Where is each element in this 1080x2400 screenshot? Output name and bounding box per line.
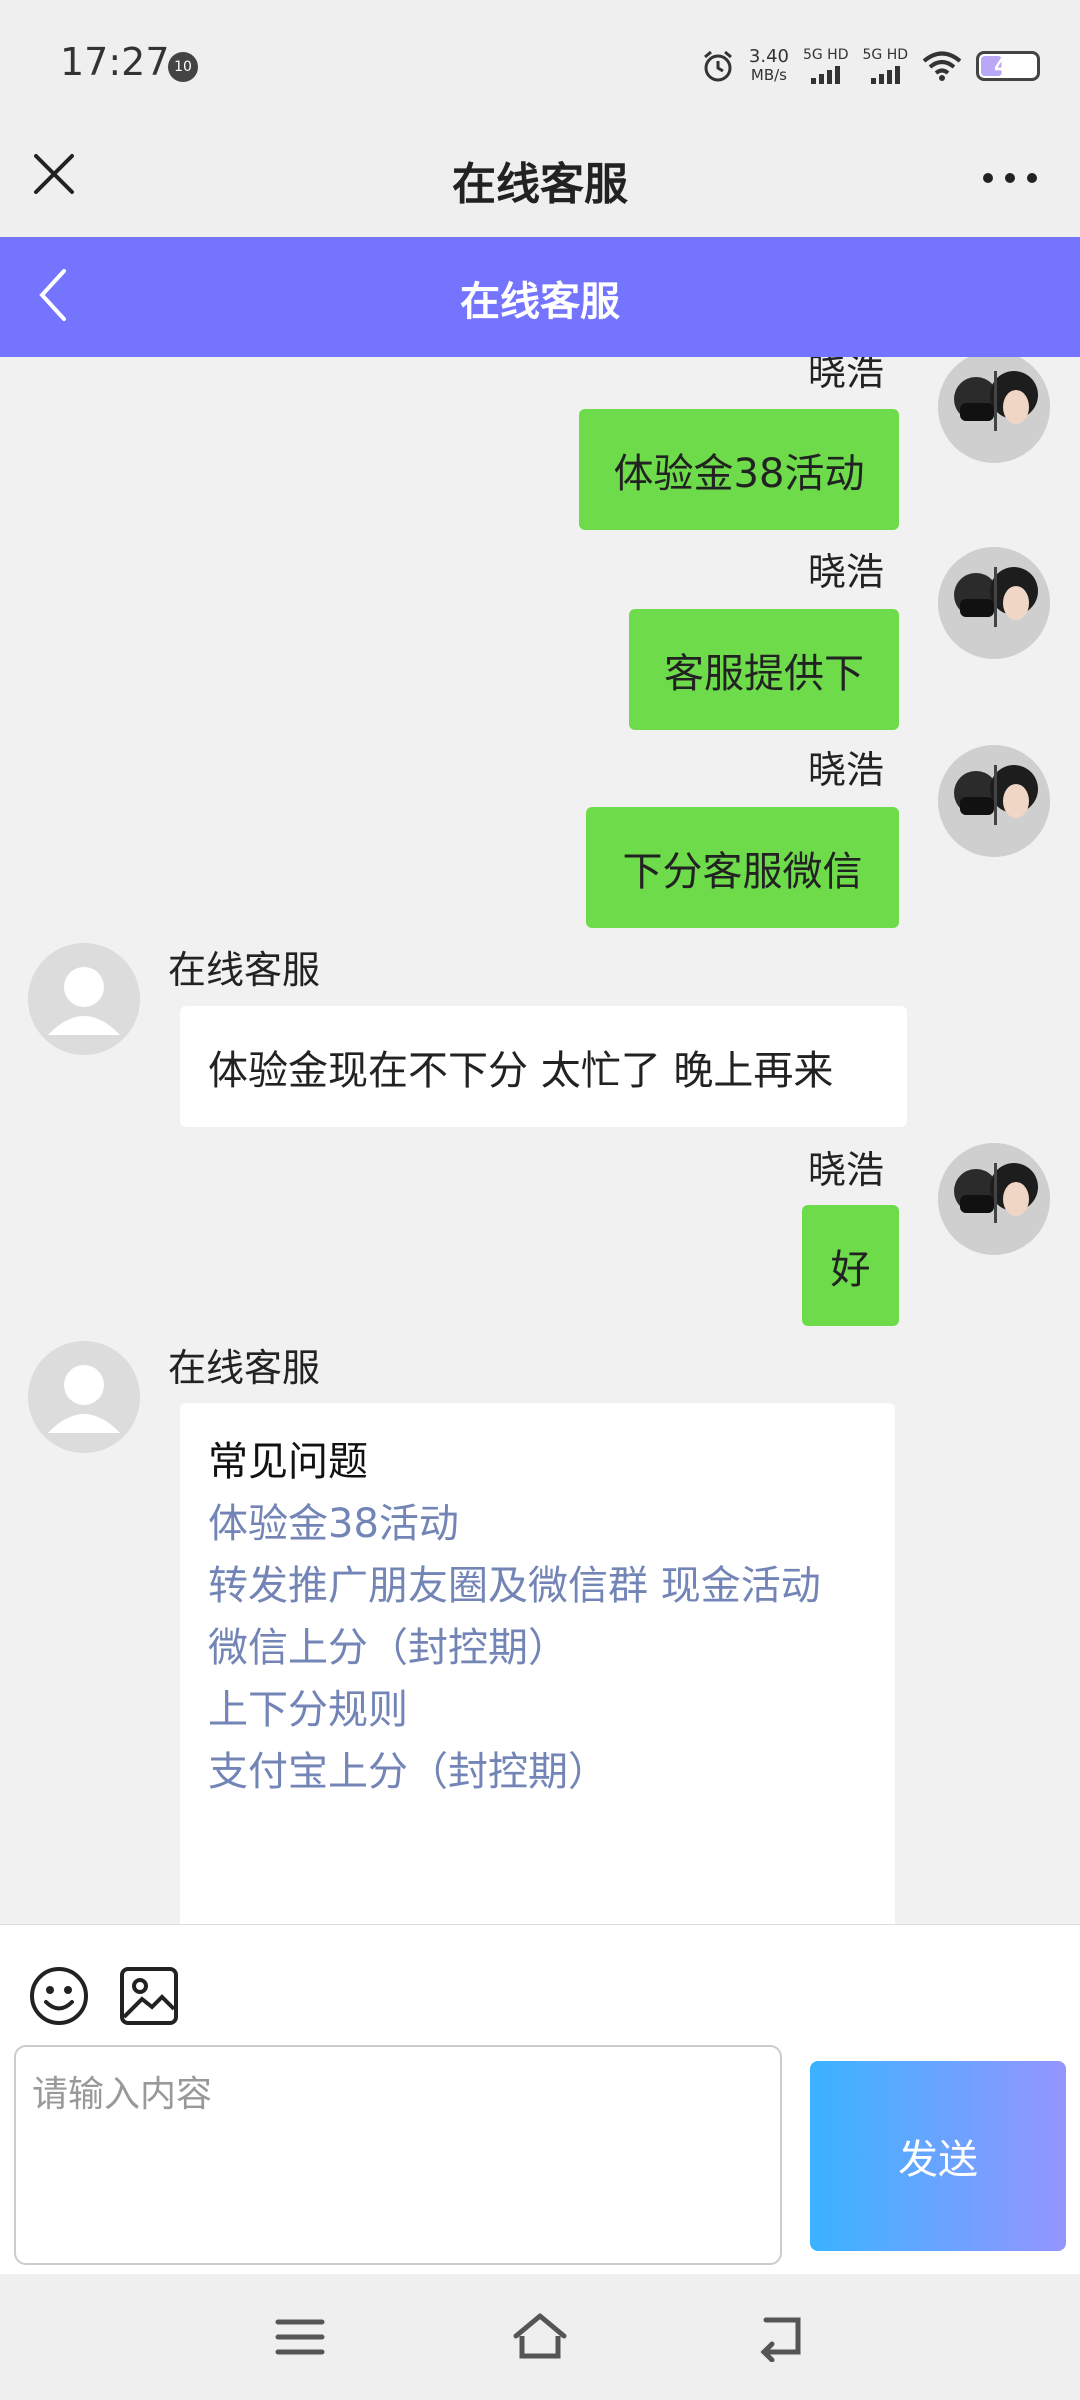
menu-icon[interactable] [272, 2312, 328, 2362]
image-icon[interactable] [118, 1965, 180, 2027]
user-avatar-image [938, 1143, 1050, 1255]
sim2-label: 5G HD [862, 47, 908, 63]
status-time: 17:27 [60, 40, 170, 84]
net-speed: 3.40 MB/s [748, 46, 789, 85]
user-avatar[interactable] [938, 547, 1050, 659]
faq-link[interactable]: 转发推广朋友圈及微信群 现金活动 [208, 1555, 867, 1617]
agent-message-bubble[interactable]: 体验金现在不下分 太忙了 晚上再来 [180, 1006, 907, 1127]
chat-header-title: 在线客服 [460, 279, 620, 325]
user-avatar[interactable] [938, 1143, 1050, 1255]
sender-name: 在线客服 [168, 1346, 321, 1390]
battery-level: 43 [994, 54, 1022, 78]
sender-name: 在线客服 [168, 948, 321, 992]
default-avatar-icon [28, 1341, 140, 1453]
sender-name: 晓浩 [807, 1148, 884, 1192]
agent-avatar[interactable] [28, 1341, 140, 1453]
net-speed-value: 3.40 [748, 46, 789, 67]
agent-avatar[interactable] [28, 943, 140, 1055]
signal-bars-icon [803, 64, 849, 84]
message-composer: 发送 [0, 1924, 1080, 2274]
default-avatar-icon [28, 943, 140, 1055]
emoji-icon[interactable] [28, 1965, 90, 2027]
alarm-icon [703, 50, 732, 82]
home-icon[interactable] [512, 2312, 568, 2362]
user-message-bubble[interactable]: 下分客服微信 [586, 807, 899, 928]
back-nav-icon[interactable] [752, 2312, 808, 2362]
faq-link[interactable]: 支付宝上分（封控期） [208, 1741, 867, 1803]
user-avatar[interactable] [938, 357, 1050, 463]
faq-link[interactable]: 体验金38活动 [208, 1493, 867, 1555]
sender-name: 晓浩 [807, 550, 884, 594]
user-avatar-image [938, 357, 1050, 463]
signal-bars-icon [862, 64, 908, 84]
system-nav-bar [0, 2274, 1080, 2400]
faq-bubble: 常见问题 体验金38活动 转发推广朋友圈及微信群 现金活动 微信上分（封控期） … [180, 1403, 895, 1924]
faq-title: 常见问题 [208, 1439, 368, 1485]
user-avatar[interactable] [938, 745, 1050, 857]
user-message-bubble[interactable]: 客服提供下 [629, 609, 899, 730]
sender-name: 晓浩 [807, 357, 884, 394]
page-title: 在线客服 [452, 159, 628, 210]
sim1-signal: 5G HD [802, 47, 849, 84]
user-avatar-image [938, 745, 1050, 857]
net-speed-unit: MB/s [750, 66, 787, 84]
message-input[interactable] [14, 2045, 782, 2265]
chat-message-list[interactable]: 晓浩 体验金38活动 晓浩 客服提供下 晓浩 下分客服微信 在线客服 体验金现在… [0, 357, 1080, 1924]
send-button[interactable]: 发送 [810, 2061, 1066, 2251]
user-message-bubble[interactable]: 好 [802, 1205, 899, 1326]
status-bar: 17:27 10 3.40 MB/s 5G HD 5G HD 43 [0, 0, 1080, 130]
sender-name: 晓浩 [807, 748, 884, 792]
webview-title-bar: 在线客服 [0, 130, 1080, 237]
faq-link[interactable]: 微信上分（封控期） [208, 1617, 867, 1679]
battery-icon: 43 [976, 51, 1040, 81]
sim1-label: 5G HD [802, 47, 849, 63]
faq-link[interactable]: 上下分规则 [208, 1679, 867, 1741]
more-icon[interactable] [980, 168, 1040, 188]
sim2-signal: 5G HD [862, 48, 908, 84]
user-message-bubble[interactable]: 体验金38活动 [579, 409, 899, 530]
chat-header: 在线客服 [0, 237, 1080, 357]
status-indicators: 3.40 MB/s 5G HD 5G HD 43 [701, 44, 1040, 88]
notification-badge: 10 [168, 52, 198, 82]
wifi-icon [922, 51, 962, 81]
user-avatar-image [938, 547, 1050, 659]
